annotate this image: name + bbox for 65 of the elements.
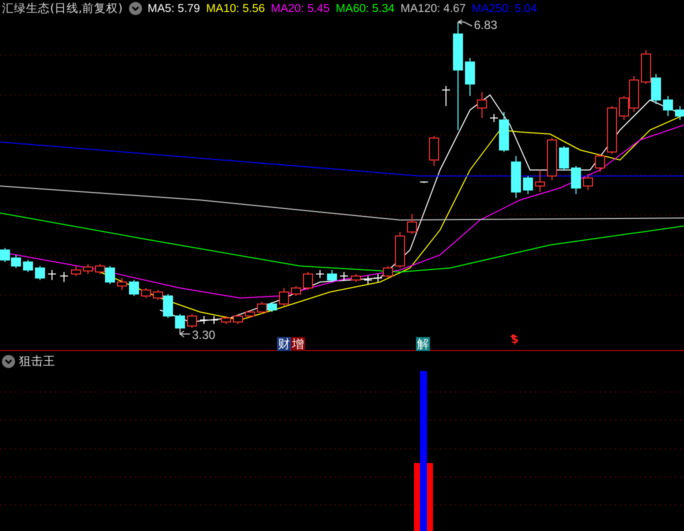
candlestick [571, 166, 581, 194]
candlestick [200, 316, 208, 324]
up-arrow-icon [510, 334, 516, 337]
candlestick [303, 272, 313, 290]
candlestick [129, 280, 139, 296]
low-price-label: 3.30 [192, 328, 216, 342]
chart-title: 汇绿生态(日线,前复权) [2, 1, 123, 16]
candlestick [210, 316, 218, 324]
event-tag: 解 [416, 337, 430, 351]
candlestick [641, 50, 651, 84]
candlestick [511, 156, 521, 198]
high-price-label: 6.83 [474, 18, 498, 32]
candlestick [316, 270, 324, 278]
candlestick [607, 106, 617, 154]
event-tag: 财 [277, 337, 291, 351]
candlestick [11, 254, 21, 268]
candlestick [442, 86, 450, 106]
candlestick [595, 154, 605, 172]
candlestick [663, 96, 673, 116]
dropdown-icon[interactable] [2, 355, 15, 368]
moving-average-legend: MA120: 4.67 [400, 2, 466, 14]
leader-line [180, 326, 190, 338]
candlestick [35, 266, 45, 280]
candlestick [407, 214, 417, 234]
indicator-title: 狙击王 [19, 353, 55, 370]
moving-average-legend: MA20: 5.45 [270, 2, 330, 14]
candlestick [395, 232, 405, 268]
candlestick [465, 58, 475, 96]
candlestick [60, 272, 68, 282]
candlestick [559, 146, 569, 170]
candlestick [535, 170, 545, 192]
leader-line [458, 20, 472, 26]
candlestick [327, 270, 337, 282]
candlestick [221, 316, 231, 324]
candlestick [245, 310, 255, 318]
candlestick [0, 248, 10, 262]
candlestick [291, 286, 301, 296]
candlestick [675, 106, 684, 120]
candlestick [117, 278, 127, 290]
candlestick [279, 288, 289, 306]
candlestick [257, 302, 267, 314]
candlestick [523, 176, 533, 194]
candlestick [48, 270, 56, 280]
candlestick [477, 92, 487, 118]
candlestick [83, 264, 93, 274]
dropdown-icon[interactable] [128, 2, 142, 15]
candlestick [71, 266, 81, 276]
moving-average-legend: MA250: 5.04 [472, 2, 537, 14]
candlestick [267, 302, 277, 312]
candlestick [141, 288, 151, 298]
candlestick [547, 138, 557, 180]
moving-average-legend: MA5: 5.79 [148, 2, 200, 14]
candlestick [364, 276, 372, 284]
candlestick [351, 274, 361, 282]
candlestick [429, 136, 439, 166]
candlestick [651, 74, 661, 104]
moving-average-legend: MA10: 5.56 [206, 2, 265, 14]
candlestick [233, 314, 243, 324]
candlestick [583, 174, 593, 190]
candlestick [23, 260, 33, 272]
candlestick [187, 314, 197, 328]
candlestick [340, 272, 348, 280]
moving-average-legend: MA60: 5.34 [336, 2, 395, 14]
event-tag: 增 [291, 337, 305, 351]
candlestick [420, 182, 428, 184]
